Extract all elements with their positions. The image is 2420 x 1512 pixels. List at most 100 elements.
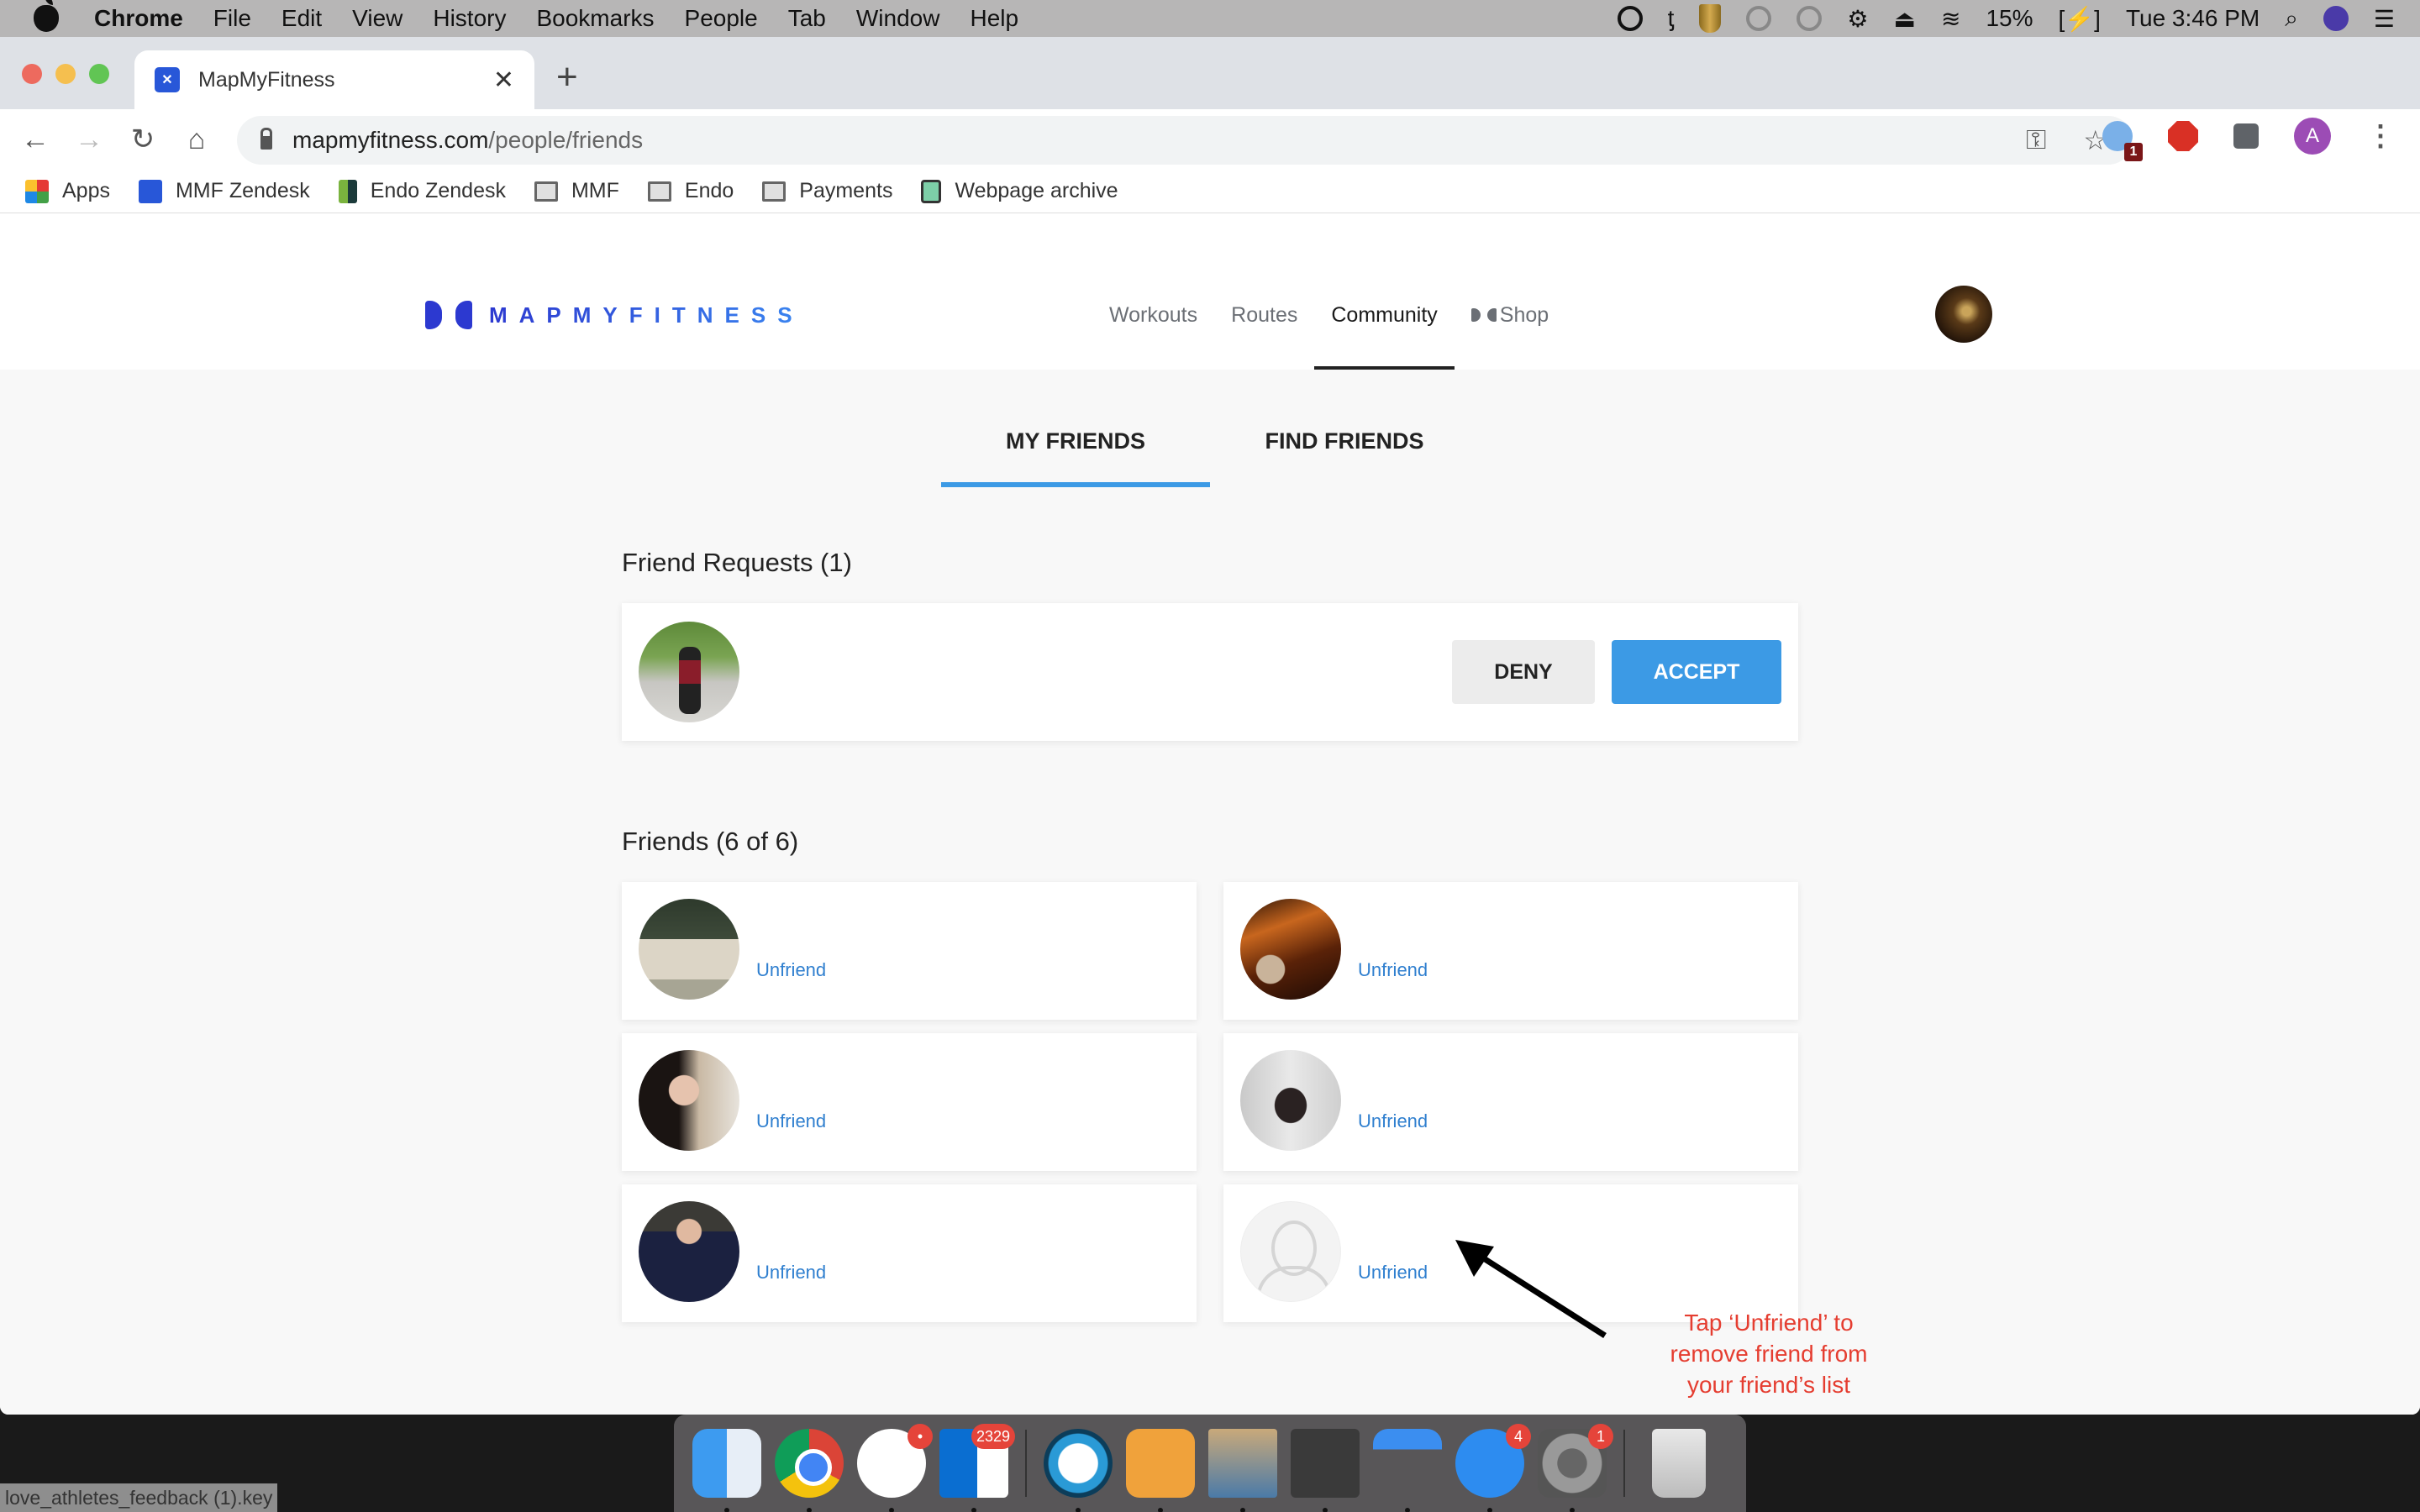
tab-my-friends[interactable]: MY FRIENDS	[941, 395, 1210, 487]
unfriend-link[interactable]: Unfriend	[756, 1110, 826, 1132]
deny-button[interactable]: DENY	[1452, 640, 1595, 704]
browser-tab[interactable]: ✕ MapMyFitness ✕	[134, 50, 534, 109]
menu-window[interactable]: Window	[856, 5, 940, 32]
menu-file[interactable]: File	[213, 5, 251, 32]
nav-routes[interactable]: Routes	[1214, 260, 1314, 370]
forward-button[interactable]: →	[62, 123, 116, 156]
nav-workouts[interactable]: Workouts	[1092, 260, 1214, 370]
sync-status-icon[interactable]	[1617, 6, 1643, 31]
dock-system-preferences-icon[interactable]: 1	[1538, 1424, 1613, 1512]
dock-slack-icon[interactable]: •	[857, 1424, 933, 1512]
password-key-icon[interactable]: ⚿	[2026, 124, 2046, 156]
dock-finder-icon[interactable]	[692, 1429, 761, 1512]
tab-title: MapMyFitness	[198, 67, 335, 92]
desktop-file-label[interactable]: love_athletes_feedback (1).key	[0, 1483, 278, 1512]
unfriend-link[interactable]: Unfriend	[1358, 1262, 1428, 1284]
reload-button[interactable]: ↻	[116, 123, 170, 156]
dock-webex-icon[interactable]	[1044, 1429, 1113, 1512]
battery-icon[interactable]: [⚡]	[2059, 5, 2101, 33]
bookmark-apps[interactable]: Apps	[25, 179, 110, 203]
friend-avatar[interactable]	[639, 899, 739, 1000]
maximize-window-button[interactable]	[89, 64, 109, 84]
menu-people[interactable]: People	[685, 5, 758, 32]
archive-globe-icon	[921, 179, 942, 203]
accept-button[interactable]: ACCEPT	[1612, 640, 1781, 704]
tempo-status-icon[interactable]: ƫ	[1668, 5, 1675, 32]
lock-icon[interactable]	[260, 128, 272, 150]
tab-find-friends[interactable]: FIND FRIENDS	[1210, 395, 1479, 487]
gear-status-icon[interactable]: ⚙	[1847, 5, 1868, 33]
dock-tempo-icon[interactable]	[1126, 1429, 1195, 1512]
airplay-icon[interactable]: ⏏	[1894, 5, 1916, 33]
bookmark-folder-endo[interactable]: Endo	[647, 179, 734, 203]
url-text[interactable]: mapmyfitness.com/people/friends	[292, 127, 643, 154]
back-button[interactable]: ←	[8, 123, 62, 156]
dock-outlook-icon[interactable]: 2329	[939, 1424, 1015, 1512]
dock-calculator-icon[interactable]	[1291, 1429, 1360, 1512]
macos-menubar: Chrome File Edit View History Bookmarks …	[0, 0, 2420, 37]
bookmark-folder-mmf[interactable]: MMF	[534, 179, 619, 203]
extensions-puzzle-icon[interactable]	[2233, 123, 2259, 149]
friend-avatar[interactable]	[639, 1201, 739, 1302]
shield-status-icon[interactable]	[1699, 4, 1722, 33]
close-window-button[interactable]	[22, 64, 42, 84]
menu-help[interactable]: Help	[970, 5, 1018, 32]
notification-center-icon[interactable]: ☰	[2374, 5, 2395, 33]
unfriend-link[interactable]: Unfriend	[1358, 1110, 1428, 1132]
friend-avatar[interactable]	[639, 1050, 739, 1151]
spotlight-search-icon[interactable]: ⌕	[2285, 5, 2298, 33]
menu-bookmarks[interactable]: Bookmarks	[536, 5, 654, 32]
magnifier-status-icon[interactable]	[1746, 6, 1772, 31]
dock-trash-icon[interactable]	[1652, 1429, 1706, 1498]
dock-separator	[1025, 1430, 1027, 1497]
new-tab-button[interactable]: +	[556, 59, 578, 96]
mapmyfitness-favicon-icon: ✕	[155, 67, 180, 92]
menu-app-name[interactable]: Chrome	[94, 5, 183, 32]
wifi-icon[interactable]: ≋	[1941, 5, 1960, 33]
menu-edit[interactable]: Edit	[281, 5, 322, 32]
user-avatar[interactable]	[1935, 286, 1992, 343]
clock[interactable]: Tue 3:46 PM	[2126, 5, 2260, 32]
browser-window: ✕ MapMyFitness ✕ + ← → ↻ ⌂ mapmyfitness.…	[0, 37, 2420, 1415]
dock-separator	[1623, 1430, 1625, 1497]
requester-avatar[interactable]	[639, 622, 739, 722]
spiral-status-icon[interactable]	[1797, 6, 1823, 31]
dock-keynote-icon[interactable]	[1373, 1429, 1442, 1512]
home-button[interactable]: ⌂	[170, 123, 224, 156]
adblock-extension-icon[interactable]	[2168, 121, 2198, 151]
minimize-window-button[interactable]	[55, 64, 76, 84]
bookmark-endo-zendesk[interactable]: Endo Zendesk	[338, 179, 506, 203]
menu-history[interactable]: History	[433, 5, 506, 32]
unfriend-link[interactable]: Unfriend	[756, 959, 826, 981]
default-avatar-icon[interactable]	[1240, 1201, 1341, 1302]
extensions-area: 1 A ⋮	[2102, 118, 2395, 161]
siri-icon[interactable]	[2323, 6, 2349, 31]
page-content: MAPMYFITNESS Workouts Routes Community S…	[0, 260, 2420, 1415]
dock-app-store-icon[interactable]: 4	[1455, 1424, 1531, 1512]
bookmark-mmf-zendesk[interactable]: MMF Zendesk	[138, 179, 310, 203]
dock-preview-icon[interactable]	[1208, 1429, 1277, 1512]
friend-avatar[interactable]	[1240, 1050, 1341, 1151]
menu-view[interactable]: View	[352, 5, 402, 32]
mapmyfitness-logo[interactable]: MAPMYFITNESS	[425, 301, 804, 329]
apple-menu-icon[interactable]	[34, 0, 59, 32]
dock-chrome-icon[interactable]	[775, 1429, 844, 1512]
nav-shop[interactable]: Shop	[1455, 260, 1565, 370]
address-bar[interactable]: mapmyfitness.com/people/friends ⚿ ☆	[237, 116, 2133, 165]
nav-community[interactable]: Community	[1314, 260, 1455, 370]
close-tab-icon[interactable]: ✕	[493, 66, 514, 95]
annotation-text: Tap ‘Unfriend’ to remove friend from you…	[1670, 1310, 1868, 1398]
unfriend-link[interactable]: Unfriend	[1358, 959, 1428, 981]
chrome-menu-icon[interactable]: ⋮	[2366, 119, 2395, 153]
profile-avatar[interactable]: A	[2294, 118, 2331, 155]
apps-grid-icon	[25, 179, 49, 203]
command-extension-icon[interactable]: 1	[2102, 121, 2143, 161]
menu-tab[interactable]: Tab	[788, 5, 826, 32]
bookmark-folder-payments[interactable]: Payments	[762, 179, 892, 203]
unfriend-link[interactable]: Unfriend	[756, 1262, 826, 1284]
friend-requests-heading: Friend Requests (1)	[622, 548, 852, 577]
folder-icon	[534, 181, 558, 202]
browser-toolbar: ← → ↻ ⌂ mapmyfitness.com/people/friends …	[0, 109, 2420, 170]
bookmark-webpage-archive[interactable]: Webpage archive	[921, 179, 1118, 203]
friend-avatar[interactable]	[1240, 899, 1341, 1000]
